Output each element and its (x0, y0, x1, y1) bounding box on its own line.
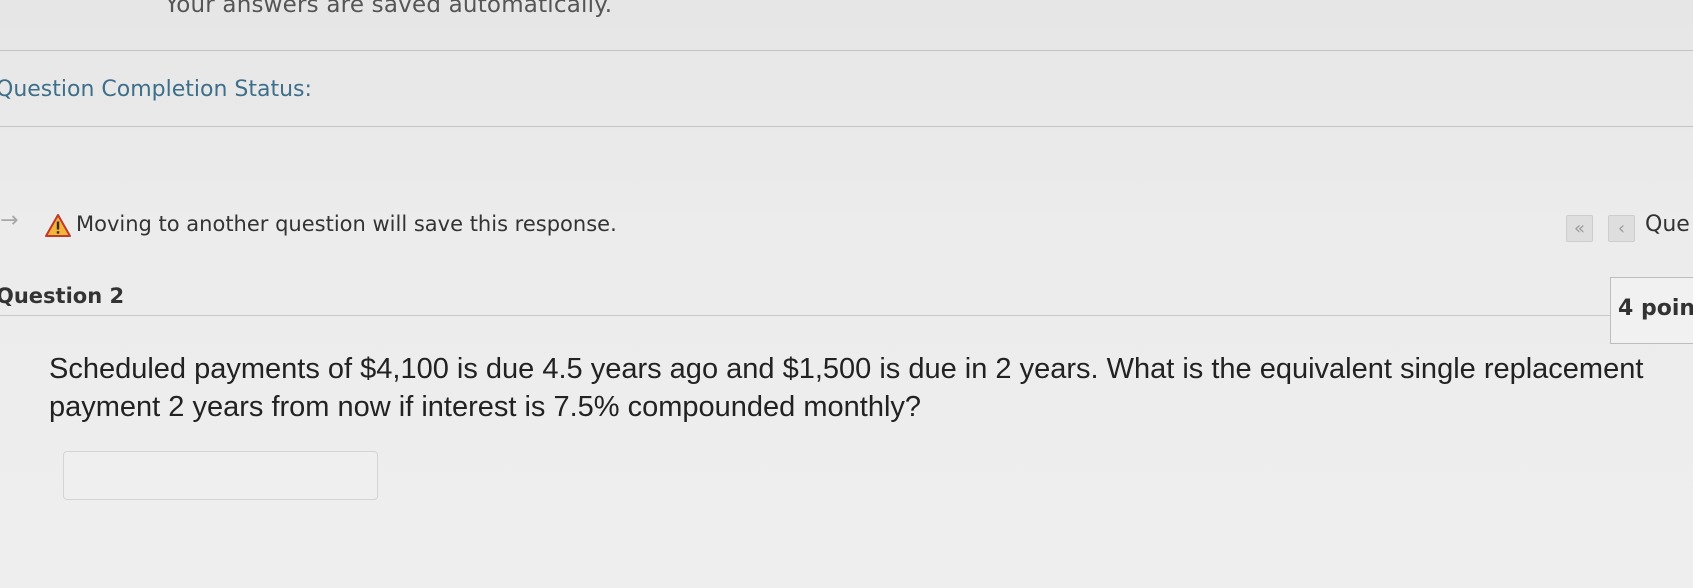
answer-input[interactable] (63, 451, 378, 500)
assessment-page: Your answers are saved automatically. Qu… (0, 0, 1693, 588)
divider (0, 315, 1610, 316)
save-response-warning: Moving to another question will save thi… (76, 212, 617, 236)
question-nav-label: Que (1645, 212, 1690, 237)
question-completion-status-label: Question Completion Status: (0, 77, 312, 102)
question-title: Question 2 (0, 284, 125, 308)
divider (0, 50, 1693, 51)
arrow-right-icon: → (0, 208, 19, 233)
question-text: Scheduled payments of $4,100 is due 4.5 … (49, 353, 1644, 423)
divider (0, 126, 1693, 127)
previous-question-button[interactable]: ‹ (1608, 215, 1635, 242)
points-value: 4 point (1618, 296, 1693, 321)
first-question-button[interactable]: « (1566, 215, 1593, 242)
warning-triangle-icon (45, 214, 71, 237)
autosave-note: Your answers are saved automatically. (165, 0, 613, 18)
